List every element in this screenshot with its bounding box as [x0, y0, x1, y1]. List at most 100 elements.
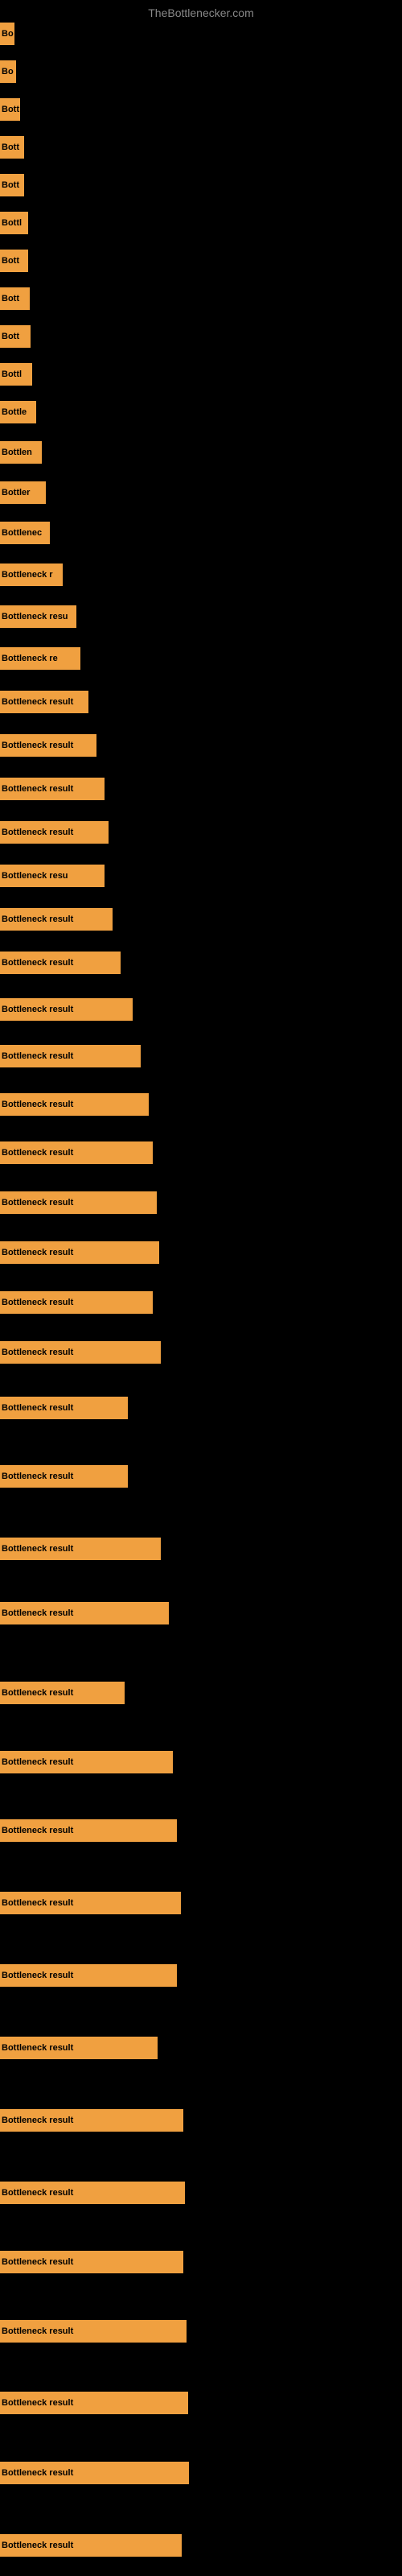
bar-24: Bottleneck result	[0, 952, 121, 974]
bar-37: Bottleneck result	[0, 1682, 125, 1704]
bar-row-4: Bott	[0, 136, 24, 159]
bar-1: Bo	[0, 23, 14, 45]
bar-28: Bottleneck result	[0, 1141, 153, 1164]
bar-row-47: Bottleneck result	[0, 2392, 188, 2414]
bar-12: Bottlen	[0, 441, 42, 464]
bar-row-1: Bo	[0, 23, 14, 45]
bar-20: Bottleneck result	[0, 778, 105, 800]
bar-label-30: Bottleneck result	[2, 1248, 73, 1257]
bar-36: Bottleneck result	[0, 1602, 169, 1624]
bar-label-20: Bottleneck result	[2, 784, 73, 794]
bar-row-39: Bottleneck result	[0, 1819, 177, 1842]
bar-row-2: Bo	[0, 60, 16, 83]
bar-label-31: Bottleneck result	[2, 1298, 73, 1307]
bar-22: Bottleneck resu	[0, 865, 105, 887]
bar-label-13: Bottler	[2, 488, 30, 497]
bar-33: Bottleneck result	[0, 1397, 128, 1419]
bar-label-2: Bo	[2, 67, 14, 76]
bar-5: Bott	[0, 174, 24, 196]
bar-14: Bottlenec	[0, 522, 50, 544]
bar-3: Bott	[0, 98, 20, 121]
bar-label-41: Bottleneck result	[2, 1971, 73, 1980]
bar-label-33: Bottleneck result	[2, 1403, 73, 1413]
bar-label-1: Bo	[2, 29, 14, 39]
bar-row-17: Bottleneck re	[0, 647, 80, 670]
bar-row-38: Bottleneck result	[0, 1751, 173, 1773]
bar-label-8: Bott	[2, 294, 19, 303]
bar-39: Bottleneck result	[0, 1819, 177, 1842]
bar-row-24: Bottleneck result	[0, 952, 121, 974]
bar-16: Bottleneck resu	[0, 605, 76, 628]
bar-25: Bottleneck result	[0, 998, 133, 1021]
bar-15: Bottleneck r	[0, 564, 63, 586]
bar-43: Bottleneck result	[0, 2109, 183, 2132]
bar-6: Bottl	[0, 212, 28, 234]
bar-label-47: Bottleneck result	[2, 2398, 73, 2408]
bar-row-37: Bottleneck result	[0, 1682, 125, 1704]
bar-label-38: Bottleneck result	[2, 1757, 73, 1767]
bar-44: Bottleneck result	[0, 2182, 185, 2204]
bar-label-27: Bottleneck result	[2, 1100, 73, 1109]
bar-23: Bottleneck result	[0, 908, 113, 931]
bar-label-39: Bottleneck result	[2, 1826, 73, 1835]
bar-label-5: Bott	[2, 180, 19, 190]
bar-row-45: Bottleneck result	[0, 2251, 183, 2273]
bar-row-13: Bottler	[0, 481, 46, 504]
bar-label-10: Bottl	[2, 369, 22, 379]
bar-label-28: Bottleneck result	[2, 1148, 73, 1158]
bar-row-49: Bottleneck result	[0, 2534, 182, 2557]
bar-label-3: Bott	[2, 105, 19, 114]
bar-40: Bottleneck result	[0, 1892, 181, 1914]
bar-label-16: Bottleneck resu	[2, 612, 68, 621]
bar-34: Bottleneck result	[0, 1465, 128, 1488]
bar-31: Bottleneck result	[0, 1291, 153, 1314]
bar-label-34: Bottleneck result	[2, 1472, 73, 1481]
bar-row-33: Bottleneck result	[0, 1397, 128, 1419]
bar-label-44: Bottleneck result	[2, 2188, 73, 2198]
bar-label-42: Bottleneck result	[2, 2043, 73, 2053]
bar-row-7: Bott	[0, 250, 28, 272]
bar-label-4: Bott	[2, 142, 19, 152]
bar-35: Bottleneck result	[0, 1538, 161, 1560]
bar-row-29: Bottleneck result	[0, 1191, 157, 1214]
bar-32: Bottleneck result	[0, 1341, 161, 1364]
bar-label-43: Bottleneck result	[2, 2116, 73, 2125]
bar-26: Bottleneck result	[0, 1045, 141, 1067]
bar-47: Bottleneck result	[0, 2392, 188, 2414]
bar-7: Bott	[0, 250, 28, 272]
bar-label-19: Bottleneck result	[2, 741, 73, 750]
bar-18: Bottleneck result	[0, 691, 88, 713]
bar-row-6: Bottl	[0, 212, 28, 234]
bar-11: Bottle	[0, 401, 36, 423]
bar-row-16: Bottleneck resu	[0, 605, 76, 628]
bar-label-15: Bottleneck r	[2, 570, 53, 580]
bar-row-34: Bottleneck result	[0, 1465, 128, 1488]
bar-row-9: Bott	[0, 325, 31, 348]
bar-label-35: Bottleneck result	[2, 1544, 73, 1554]
bar-45: Bottleneck result	[0, 2251, 183, 2273]
bar-row-20: Bottleneck result	[0, 778, 105, 800]
bar-label-46: Bottleneck result	[2, 2326, 73, 2336]
bar-label-17: Bottleneck re	[2, 654, 58, 663]
bar-label-22: Bottleneck resu	[2, 871, 68, 881]
bar-label-40: Bottleneck result	[2, 1898, 73, 1908]
bar-label-25: Bottleneck result	[2, 1005, 73, 1014]
bar-row-46: Bottleneck result	[0, 2320, 187, 2343]
bar-label-6: Bottl	[2, 218, 22, 228]
bar-48: Bottleneck result	[0, 2462, 189, 2484]
bar-row-31: Bottleneck result	[0, 1291, 153, 1314]
bar-label-18: Bottleneck result	[2, 697, 73, 707]
bar-29: Bottleneck result	[0, 1191, 157, 1214]
bar-label-48: Bottleneck result	[2, 2468, 73, 2478]
bar-27: Bottleneck result	[0, 1093, 149, 1116]
bar-row-12: Bottlen	[0, 441, 42, 464]
bar-row-44: Bottleneck result	[0, 2182, 185, 2204]
bar-label-11: Bottle	[2, 407, 27, 417]
bar-row-32: Bottleneck result	[0, 1341, 161, 1364]
bar-row-14: Bottlenec	[0, 522, 50, 544]
bar-row-43: Bottleneck result	[0, 2109, 183, 2132]
bar-label-12: Bottlen	[2, 448, 32, 457]
bar-row-22: Bottleneck resu	[0, 865, 105, 887]
bar-row-27: Bottleneck result	[0, 1093, 149, 1116]
bar-label-23: Bottleneck result	[2, 914, 73, 924]
